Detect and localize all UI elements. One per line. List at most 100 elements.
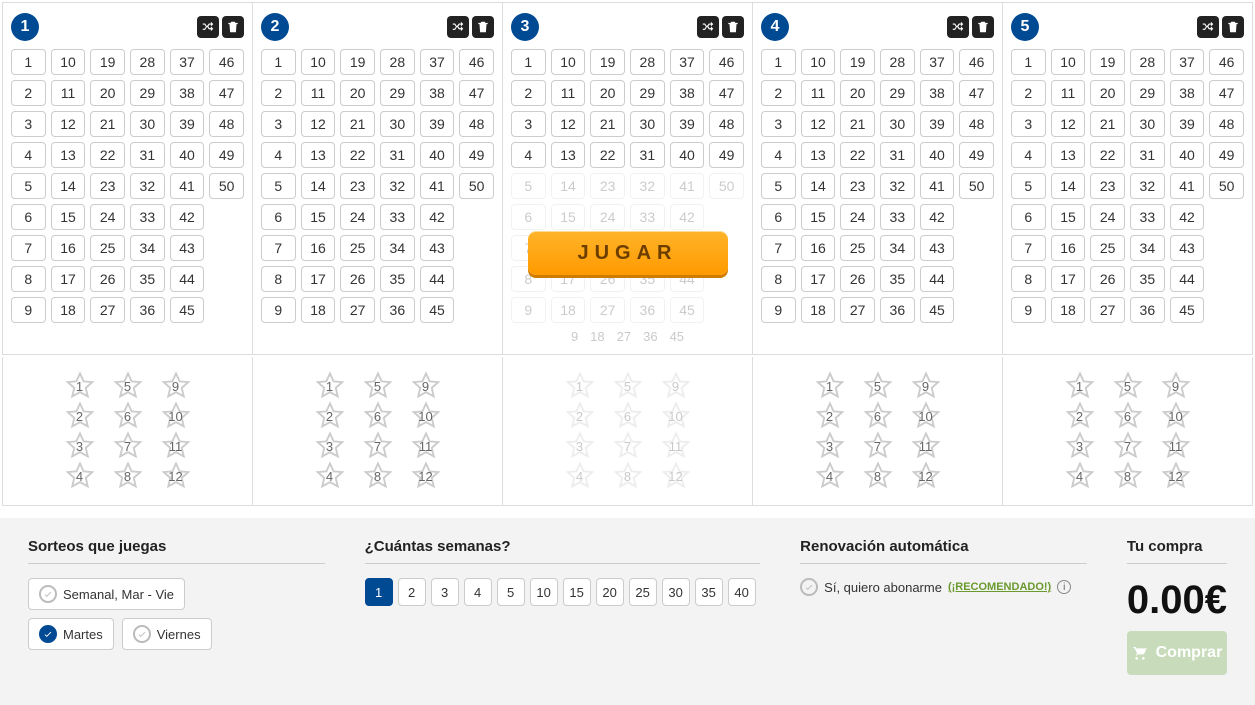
- number-cell[interactable]: 36: [1130, 297, 1165, 323]
- number-cell[interactable]: 1: [1011, 49, 1046, 75]
- number-cell[interactable]: 35: [380, 266, 415, 292]
- number-cell[interactable]: 37: [1170, 49, 1205, 75]
- number-cell[interactable]: 6: [761, 204, 796, 230]
- number-cell[interactable]: 39: [1170, 111, 1205, 137]
- clear-button[interactable]: [1222, 16, 1244, 38]
- number-cell[interactable]: 4: [11, 142, 46, 168]
- star-cell[interactable]: 5: [354, 371, 402, 401]
- number-cell[interactable]: 14: [801, 173, 836, 199]
- number-cell[interactable]: 45: [920, 297, 955, 323]
- number-cell[interactable]: 13: [801, 142, 836, 168]
- star-cell[interactable]: 3: [806, 431, 854, 461]
- number-cell[interactable]: 39: [170, 111, 205, 137]
- number-cell[interactable]: 44: [170, 266, 205, 292]
- number-cell[interactable]: 3: [761, 111, 796, 137]
- number-cell[interactable]: 1: [261, 49, 296, 75]
- star-cell[interactable]: 7: [354, 431, 402, 461]
- number-cell[interactable]: 5: [261, 173, 296, 199]
- number-cell[interactable]: 20: [90, 80, 125, 106]
- number-cell[interactable]: 36: [130, 297, 165, 323]
- number-cell[interactable]: 17: [51, 266, 86, 292]
- number-cell[interactable]: 13: [551, 142, 586, 168]
- star-cell[interactable]: 4: [1056, 461, 1104, 491]
- number-cell[interactable]: 11: [301, 80, 336, 106]
- number-cell[interactable]: 13: [1051, 142, 1086, 168]
- number-cell[interactable]: 46: [709, 49, 744, 75]
- number-cell[interactable]: 3: [1011, 111, 1046, 137]
- star-cell[interactable]: 12: [402, 461, 450, 491]
- number-cell[interactable]: 42: [920, 204, 955, 230]
- number-cell[interactable]: 15: [801, 204, 836, 230]
- number-cell[interactable]: 29: [1130, 80, 1165, 106]
- number-cell[interactable]: 40: [420, 142, 455, 168]
- star-cell[interactable]: 11: [402, 431, 450, 461]
- number-cell[interactable]: 43: [1170, 235, 1205, 261]
- week-option[interactable]: 20: [596, 578, 624, 606]
- number-cell[interactable]: 41: [1170, 173, 1205, 199]
- star-cell[interactable]: 3: [556, 431, 604, 461]
- number-cell[interactable]: 44: [1170, 266, 1205, 292]
- clear-button[interactable]: [222, 16, 244, 38]
- star-cell[interactable]: 7: [604, 431, 652, 461]
- star-cell[interactable]: 9: [402, 371, 450, 401]
- number-cell[interactable]: 13: [51, 142, 86, 168]
- number-cell[interactable]: 6: [261, 204, 296, 230]
- number-cell[interactable]: 37: [170, 49, 205, 75]
- number-cell[interactable]: 9: [11, 297, 46, 323]
- number-cell[interactable]: 24: [90, 204, 125, 230]
- number-cell[interactable]: 44: [420, 266, 455, 292]
- shuffle-button[interactable]: [697, 16, 719, 38]
- number-cell[interactable]: 24: [1090, 204, 1125, 230]
- star-cell[interactable]: 6: [1104, 401, 1152, 431]
- number-cell[interactable]: 20: [340, 80, 375, 106]
- number-cell[interactable]: 15: [301, 204, 336, 230]
- number-cell[interactable]: 30: [1130, 111, 1165, 137]
- play-button[interactable]: JUGAR: [528, 231, 728, 275]
- number-cell[interactable]: 7: [1011, 235, 1046, 261]
- number-cell[interactable]: 25: [90, 235, 125, 261]
- star-cell[interactable]: 4: [306, 461, 354, 491]
- number-cell[interactable]: 22: [1090, 142, 1125, 168]
- week-option[interactable]: 4: [464, 578, 492, 606]
- number-cell[interactable]: 21: [1090, 111, 1125, 137]
- number-cell[interactable]: 8: [761, 266, 796, 292]
- number-cell[interactable]: 49: [709, 142, 744, 168]
- week-option[interactable]: 40: [728, 578, 756, 606]
- number-cell[interactable]: 11: [801, 80, 836, 106]
- number-cell[interactable]: 45: [1170, 297, 1205, 323]
- star-cell[interactable]: 3: [56, 431, 104, 461]
- star-cell[interactable]: 6: [854, 401, 902, 431]
- number-cell[interactable]: 44: [920, 266, 955, 292]
- number-cell[interactable]: 5: [761, 173, 796, 199]
- number-cell[interactable]: 46: [459, 49, 494, 75]
- number-cell[interactable]: 16: [301, 235, 336, 261]
- number-cell[interactable]: 19: [340, 49, 375, 75]
- number-cell[interactable]: 36: [380, 297, 415, 323]
- number-cell[interactable]: 28: [880, 49, 915, 75]
- star-cell[interactable]: 7: [1104, 431, 1152, 461]
- number-cell[interactable]: 20: [590, 80, 625, 106]
- number-cell[interactable]: 24: [840, 204, 875, 230]
- shuffle-button[interactable]: [1197, 16, 1219, 38]
- number-cell[interactable]: 50: [709, 173, 744, 199]
- number-cell[interactable]: 26: [340, 266, 375, 292]
- star-cell[interactable]: 5: [1104, 371, 1152, 401]
- number-cell[interactable]: 12: [1051, 111, 1086, 137]
- star-cell[interactable]: 12: [902, 461, 950, 491]
- number-cell[interactable]: 25: [340, 235, 375, 261]
- number-cell[interactable]: 31: [130, 142, 165, 168]
- number-cell[interactable]: 28: [130, 49, 165, 75]
- number-cell[interactable]: 17: [801, 266, 836, 292]
- star-cell[interactable]: 4: [556, 461, 604, 491]
- shuffle-button[interactable]: [197, 16, 219, 38]
- star-cell[interactable]: 3: [306, 431, 354, 461]
- number-cell[interactable]: 12: [301, 111, 336, 137]
- number-cell[interactable]: 15: [51, 204, 86, 230]
- number-cell[interactable]: 21: [590, 111, 625, 137]
- star-cell[interactable]: 9: [902, 371, 950, 401]
- number-cell[interactable]: 41: [170, 173, 205, 199]
- number-cell[interactable]: 21: [90, 111, 125, 137]
- number-cell[interactable]: 22: [340, 142, 375, 168]
- star-cell[interactable]: 2: [806, 401, 854, 431]
- number-cell[interactable]: 27: [840, 297, 875, 323]
